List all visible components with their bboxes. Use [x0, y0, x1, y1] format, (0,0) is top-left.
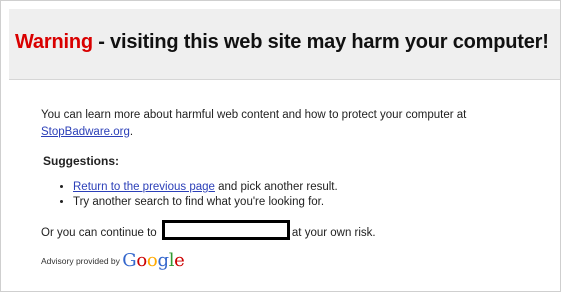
intro-text: You can learn more about harmful web con… — [41, 109, 467, 121]
logo-letter: o — [146, 250, 158, 271]
google-logo: Google — [122, 250, 185, 271]
advisory-text: Advisory provided by — [41, 256, 123, 266]
main-content: You can learn more about harmful web con… — [41, 107, 541, 270]
continue-suffix: at your own risk. — [291, 227, 376, 239]
suggestions-list: Return to the previous page and pick ano… — [41, 180, 541, 210]
headline-text: - visiting this web site may harm your c… — [92, 31, 549, 53]
logo-letter: e — [174, 250, 185, 271]
suggestion-text: and pick another result. — [214, 181, 338, 193]
list-item: Return to the previous page and pick ano… — [73, 180, 541, 195]
page-title: Warning - visiting this web site may har… — [15, 31, 549, 54]
list-item: Try another search to find what you're l… — [73, 195, 541, 210]
advisory-line: Advisory provided by Google — [41, 252, 541, 270]
suggestion-text: Try another search to find what you're l… — [73, 196, 325, 208]
logo-letter: o — [136, 250, 147, 271]
intro-paragraph: You can learn more about harmful web con… — [41, 107, 541, 141]
continue-line: Or you can continue to at your own risk. — [41, 220, 541, 242]
logo-letter: G — [122, 250, 137, 271]
warning-page: Warning - visiting this web site may har… — [0, 0, 561, 292]
warning-word: Warning — [15, 31, 93, 53]
stopbadware-link[interactable]: StopBadware.org — [41, 126, 130, 138]
redacted-url-box — [161, 220, 290, 240]
continue-prefix: Or you can continue to — [41, 227, 160, 239]
intro-suffix: . — [129, 126, 134, 138]
logo-letter: g — [157, 250, 169, 271]
previous-page-link[interactable]: Return to the previous page — [73, 181, 215, 193]
warning-header: Warning - visiting this web site may har… — [9, 9, 560, 80]
suggestions-heading: Suggestions: — [43, 154, 120, 168]
